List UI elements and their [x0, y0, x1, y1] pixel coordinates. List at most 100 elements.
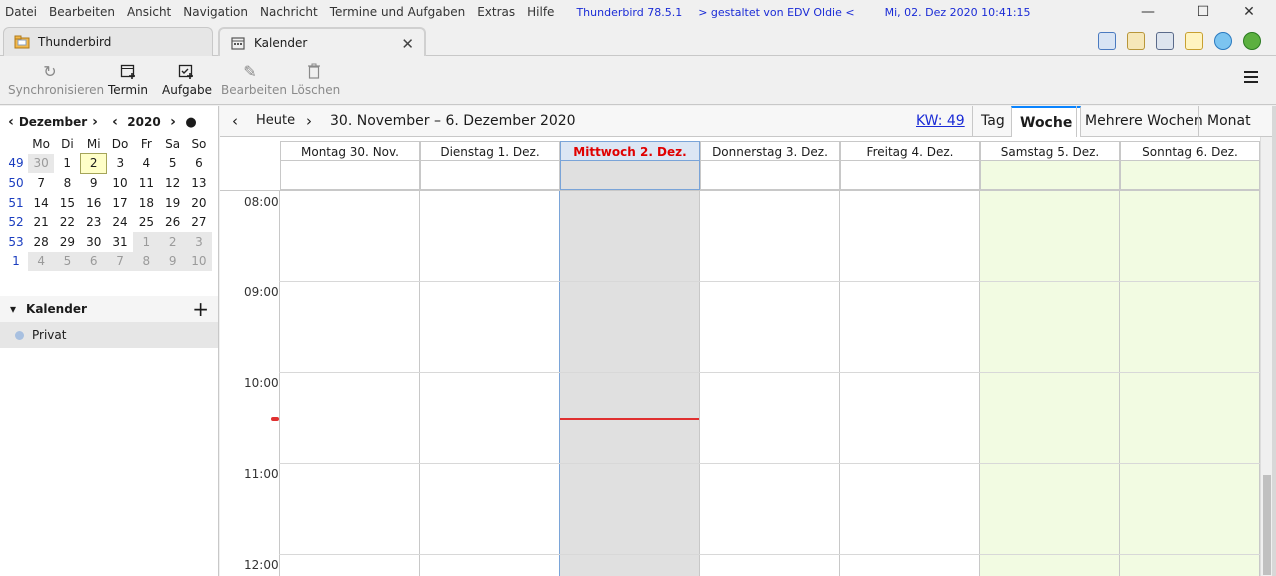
day-column[interactable]	[699, 191, 840, 576]
minimonth-day[interactable]: 9	[81, 173, 107, 193]
calendar-item-privat[interactable]: Privat	[0, 322, 218, 348]
chevron-down-icon[interactable]: ▾	[10, 302, 16, 316]
allday-cell[interactable]	[700, 161, 840, 190]
menu-bearbeiten[interactable]: Bearbeiten	[49, 5, 115, 19]
prev-month-icon[interactable]: ‹	[4, 114, 18, 130]
minimonth-day[interactable]: 1	[133, 231, 160, 252]
tab-multiweek-view[interactable]: Mehrere Wochen	[1076, 106, 1211, 137]
minimonth-day[interactable]: 13	[186, 173, 212, 193]
minimonth-day[interactable]: 23	[81, 212, 107, 232]
minimonth-day[interactable]: 1	[54, 154, 80, 174]
menu-extras[interactable]: Extras	[477, 5, 515, 19]
minimonth-day[interactable]: 19	[159, 193, 185, 213]
minimonth-day[interactable]: 10	[185, 251, 213, 272]
sync-button[interactable]: ↻ Synchronisieren	[8, 63, 104, 98]
next-month-icon[interactable]: ›	[88, 114, 102, 130]
menu-datei[interactable]: Datei	[5, 5, 37, 19]
calendar-list-header[interactable]: ▾ Kalender +	[0, 296, 218, 322]
day-header[interactable]: Dienstag 1. Dez.	[420, 141, 560, 161]
today-button[interactable]: Heute	[256, 113, 295, 128]
week-scrollbar[interactable]	[1260, 137, 1272, 576]
notes-addon-icon[interactable]	[1127, 32, 1145, 50]
day-column-weekend[interactable]	[979, 191, 1120, 576]
minimonth-day[interactable]: 30	[28, 153, 55, 174]
day-header-today[interactable]: Mittwoch 2. Dez.	[560, 141, 700, 161]
day-column[interactable]	[839, 191, 980, 576]
menu-hilfe[interactable]: Hilfe	[527, 5, 554, 19]
minimonth-day[interactable]: 11	[133, 173, 159, 193]
minimonth-day[interactable]: 24	[107, 212, 133, 232]
minimonth-day[interactable]: 6	[80, 251, 107, 272]
new-task-button[interactable]: Aufgabe	[162, 63, 212, 97]
pencil-addon-icon[interactable]	[1185, 32, 1203, 50]
allday-cell[interactable]	[280, 161, 420, 190]
allday-cell-weekend[interactable]	[1120, 161, 1260, 190]
minimonth-day[interactable]: 27	[186, 212, 212, 232]
close-tab-icon[interactable]: ✕	[401, 35, 414, 53]
puzzle-addon-icon[interactable]	[1243, 32, 1261, 50]
document-addon-icon[interactable]	[1156, 32, 1174, 50]
allday-cell[interactable]	[420, 161, 560, 190]
tab-month-view[interactable]: Monat	[1198, 106, 1259, 137]
today-circle-icon[interactable]: ●	[184, 115, 198, 130]
tab-week-view[interactable]: Woche	[1011, 106, 1082, 138]
menu-nachricht[interactable]: Nachricht	[260, 5, 318, 19]
minimonth-day[interactable]: 12	[159, 173, 185, 193]
tab-thunderbird[interactable]: Thunderbird	[3, 27, 213, 56]
minimonth-day[interactable]: 15	[54, 193, 80, 213]
day-header[interactable]: Samstag 5. Dez.	[980, 141, 1120, 161]
app-menu-button[interactable]	[1244, 71, 1258, 86]
minimonth-day[interactable]: 30	[81, 232, 107, 252]
refresh-addon-icon[interactable]	[1214, 32, 1232, 50]
minimonth-year[interactable]: 2020	[122, 115, 166, 129]
minimonth-day[interactable]: 25	[133, 212, 159, 232]
new-event-button[interactable]: Termin	[108, 63, 148, 97]
menu-navigation[interactable]: Navigation	[183, 5, 248, 19]
day-header[interactable]: Montag 30. Nov.	[280, 141, 420, 161]
day-column-today[interactable]	[559, 191, 700, 576]
minimonth-day[interactable]: 9	[159, 251, 186, 272]
minimonth-day[interactable]: 3	[107, 154, 133, 174]
tab-kalender[interactable]: Kalender ✕	[218, 27, 426, 56]
minimonth-day[interactable]: 28	[28, 232, 54, 252]
day-column[interactable]	[279, 191, 420, 576]
menu-termine-und-aufgaben[interactable]: Termine und Aufgaben	[330, 5, 465, 19]
minimonth-day[interactable]: 7	[106, 251, 134, 272]
minimonth-month[interactable]: Dezember	[18, 115, 88, 129]
minimonth-day[interactable]: 21	[28, 212, 54, 232]
minimonth-day[interactable]: 26	[159, 212, 185, 232]
edit-button[interactable]: ✎ Bearbeiten	[221, 63, 287, 98]
minimonth-day[interactable]: 2	[159, 231, 186, 252]
minimonth-day[interactable]: 29	[54, 232, 80, 252]
day-header[interactable]: Sonntag 6. Dez.	[1120, 141, 1260, 161]
menu-ansicht[interactable]: Ansicht	[127, 5, 171, 19]
add-calendar-icon[interactable]: +	[192, 296, 209, 322]
minimize-icon[interactable]: —	[1139, 3, 1157, 21]
day-header[interactable]: Donnerstag 3. Dez.	[700, 141, 840, 161]
minimonth-day[interactable]: 5	[54, 251, 81, 272]
minimonth-day[interactable]: 8	[133, 251, 160, 272]
minimonth-day[interactable]: 10	[107, 173, 133, 193]
minimonth-day[interactable]: 17	[107, 193, 133, 213]
minimonth-day[interactable]: 4	[133, 154, 159, 174]
minimonth-day[interactable]: 8	[54, 173, 80, 193]
minimonth-day[interactable]: 7	[28, 173, 54, 193]
day-header[interactable]: Freitag 4. Dez.	[840, 141, 980, 161]
minimonth-day[interactable]: 4	[28, 251, 55, 272]
minimonth-day[interactable]: 31	[107, 232, 133, 252]
minimonth-day[interactable]: 6	[186, 154, 212, 174]
allday-cell-today[interactable]	[560, 161, 700, 190]
minimonth-day[interactable]: 16	[81, 193, 107, 213]
minimonth-day[interactable]: 22	[54, 212, 80, 232]
minimonth-day[interactable]: 20	[186, 193, 212, 213]
delete-button[interactable]: Löschen	[291, 63, 340, 97]
allday-cell[interactable]	[840, 161, 980, 190]
allday-cell-weekend[interactable]	[980, 161, 1120, 190]
scrollbar-thumb[interactable]	[1263, 475, 1271, 575]
week-number-link[interactable]: KW: 49	[916, 113, 965, 129]
day-column-weekend[interactable]	[1119, 191, 1260, 576]
maximize-icon[interactable]: ☐	[1194, 3, 1212, 21]
minimonth-day[interactable]: 14	[28, 193, 54, 213]
minimonth-day[interactable]: 5	[159, 154, 185, 174]
previous-week-icon[interactable]: ‹	[232, 112, 238, 130]
